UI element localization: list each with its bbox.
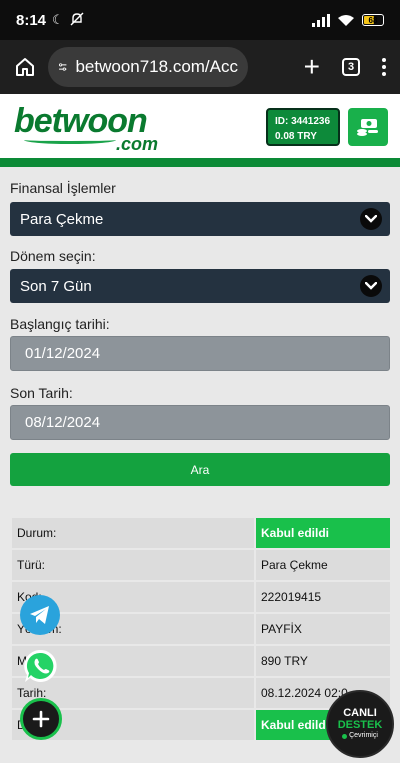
- chevron-down-icon: [360, 208, 382, 230]
- support-status-text: Çevrimiçi: [349, 732, 378, 739]
- moon-icon: ☾: [52, 12, 64, 27]
- row-key: Durum:: [12, 518, 254, 548]
- status-badge: Kabul edildi: [256, 518, 390, 548]
- row-key: Türü:: [12, 550, 254, 580]
- whatsapp-icon: [24, 649, 57, 682]
- live-support-button[interactable]: CANLI DESTEK Çevrimiçi: [326, 690, 394, 758]
- clock: 8:14: [16, 11, 47, 29]
- site-settings-icon[interactable]: [58, 59, 67, 75]
- table-row: Durum:Kabul edildi: [12, 518, 390, 548]
- period-select-value: Son 7 Gün: [20, 277, 92, 295]
- mute-icon: [70, 12, 84, 29]
- logo-text: betwoon: [14, 102, 148, 140]
- signal-icon: [312, 13, 330, 27]
- new-tab-button[interactable]: +: [304, 53, 320, 81]
- site-logo[interactable]: betwoon .com: [14, 102, 158, 154]
- address-bar[interactable]: betwoon718.com/Acc: [48, 47, 248, 87]
- url-text: betwoon718.com/Acc: [75, 57, 238, 76]
- header-divider: [0, 158, 400, 167]
- telegram-icon: [30, 606, 49, 624]
- battery-level: 68: [368, 15, 378, 25]
- wifi-icon: [337, 14, 355, 27]
- table-row: Kod:222019415: [12, 582, 390, 612]
- support-line1: CANLI: [343, 707, 377, 719]
- wallet-button[interactable]: [348, 108, 388, 146]
- plus-icon: [32, 710, 50, 728]
- period-select[interactable]: Son 7 Gün: [10, 269, 390, 303]
- menu-icon[interactable]: [382, 58, 386, 76]
- row-value: 890 TRY: [256, 646, 390, 676]
- status-bar: 8:14 ☾ 68: [0, 0, 400, 40]
- table-row: Türü: Para Çekme: [12, 550, 390, 580]
- row-value: PAYFİX: [256, 614, 390, 644]
- start-date-label: Başlangıç tarihi:: [10, 316, 110, 332]
- home-button[interactable]: [10, 52, 40, 82]
- transactions-select-value: Para Çekme: [20, 210, 104, 228]
- end-date-input[interactable]: 08/12/2024: [10, 405, 390, 440]
- search-button[interactable]: Ara: [10, 453, 390, 486]
- account-id: ID: 3441236: [275, 116, 331, 127]
- telegram-button[interactable]: [20, 595, 60, 635]
- site-header: betwoon .com ID: 3441236 0.08 TRY: [0, 94, 400, 158]
- support-line2: DESTEK: [337, 719, 383, 731]
- online-dot-icon: [342, 733, 348, 739]
- transactions-select[interactable]: Para Çekme: [10, 202, 390, 236]
- home-icon: [16, 58, 34, 76]
- account-balance: 0.08 TRY: [275, 131, 317, 142]
- transactions-label: Finansal İşlemler: [10, 180, 116, 196]
- start-date-input[interactable]: 01/12/2024: [10, 336, 390, 371]
- row-value: 222019415: [256, 582, 390, 612]
- chevron-down-icon: [360, 275, 382, 297]
- period-label: Dönem seçin:: [10, 248, 96, 264]
- row-value: Para Çekme: [256, 550, 390, 580]
- table-row: Miktar:890 TRY: [12, 646, 390, 676]
- tab-switcher-button[interactable]: 3: [342, 58, 360, 76]
- logo-suffix: .com: [116, 134, 159, 154]
- battery-icon: 68: [362, 14, 384, 26]
- whatsapp-button[interactable]: [22, 647, 60, 685]
- add-button[interactable]: [20, 698, 62, 740]
- support-status: Çevrimiçi: [342, 731, 378, 741]
- logo-swoosh: [24, 136, 116, 144]
- table-row: Yöntem:PAYFİX: [12, 614, 390, 644]
- browser-toolbar: betwoon718.com/Acc + 3: [0, 40, 400, 94]
- account-info[interactable]: ID: 3441236 0.08 TRY: [266, 108, 340, 146]
- money-icon: [357, 119, 378, 136]
- end-date-label: Son Tarih:: [10, 385, 73, 401]
